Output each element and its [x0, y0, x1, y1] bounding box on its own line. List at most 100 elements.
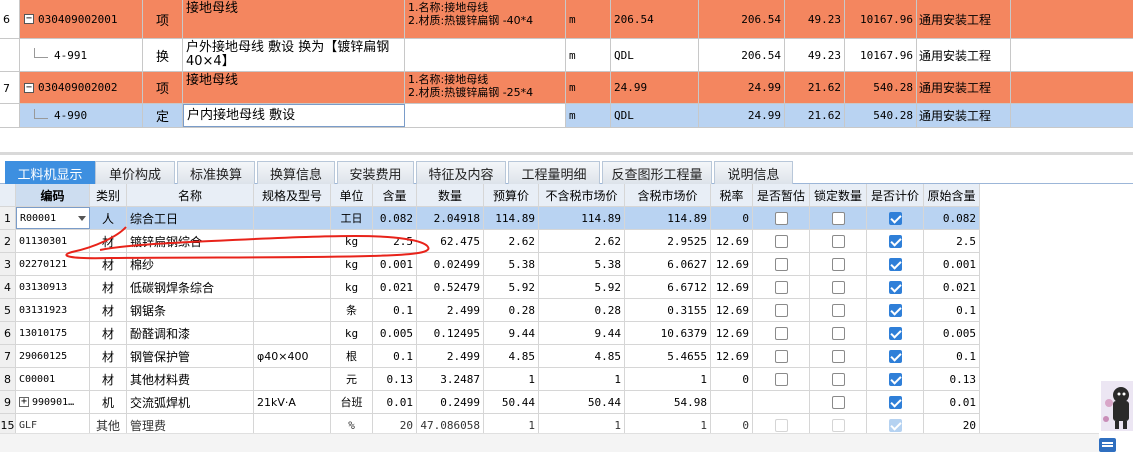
checkbox-priced[interactable]	[888, 257, 902, 271]
table-row[interactable]: 4 03130913 材低碳钢焊条综合 kg 0.021 0.52479 5.92 5.92 6…	[0, 276, 980, 299]
checkbox-priced[interactable]	[888, 349, 902, 363]
resource-content[interactable]: 0.1	[373, 299, 417, 321]
resource-spec[interactable]: φ40×400	[254, 345, 331, 367]
resource-budget[interactable]: 5.38	[484, 253, 539, 275]
resource-qty[interactable]: 0.2499	[417, 391, 484, 413]
resource-mkt-in[interactable]: 6.0627	[625, 253, 711, 275]
resource-mkt-ex[interactable]: 5.92	[539, 276, 625, 298]
total-price[interactable]: 10167.96	[845, 0, 917, 38]
collapse-icon[interactable]: −	[24, 14, 34, 24]
checkbox-lock[interactable]	[831, 211, 845, 225]
resource-spec[interactable]	[254, 368, 331, 390]
table-row[interactable]: 6 13010175 材酚醛调和漆 kg 0.005 0.12495 9.44 9.44 10.…	[0, 322, 980, 345]
tab-5[interactable]: 特征及内容	[416, 161, 506, 184]
resource-code[interactable]: 29060125	[16, 345, 90, 367]
resource-mkt-in[interactable]: 114.89	[625, 207, 711, 229]
checkbox-est[interactable]	[774, 280, 788, 294]
checkbox-cell[interactable]	[753, 230, 810, 252]
resource-budget[interactable]: 50.44	[484, 391, 539, 413]
resource-category[interactable]: 材	[90, 345, 127, 367]
checkbox-est[interactable]	[774, 372, 788, 386]
resource-category[interactable]: 材	[90, 322, 127, 344]
checkbox-cell[interactable]	[810, 368, 867, 390]
resource-tax[interactable]: 12.69	[711, 253, 753, 275]
resource-mkt-in[interactable]: 0.3155	[625, 299, 711, 321]
resource-code[interactable]: 03130913	[16, 276, 90, 298]
resource-qty[interactable]: 0.02499	[417, 253, 484, 275]
checkbox-est[interactable]	[774, 234, 788, 248]
item-code[interactable]: 4-990	[20, 104, 143, 127]
resource-tax[interactable]: 0	[711, 207, 753, 229]
resource-tax[interactable]: 0	[711, 368, 753, 390]
quantity[interactable]: 24.99	[699, 104, 785, 127]
column-header[interactable]: 税率	[711, 184, 753, 206]
checkbox-cell[interactable]	[753, 391, 810, 413]
item-features[interactable]: 1.名称:接地母线 2.材质:热镀锌扁钢 -25*4	[405, 72, 566, 103]
checkbox-lock[interactable]	[831, 395, 845, 409]
item-name[interactable]: 接地母线	[183, 72, 405, 103]
checkbox-est[interactable]	[774, 303, 788, 317]
checkbox-lock[interactable]	[831, 234, 845, 248]
tab-4[interactable]: 安装费用	[337, 161, 414, 184]
resource-unit[interactable]: 工日	[331, 207, 373, 229]
item-name[interactable]: 户内接地母线 敷设	[183, 104, 405, 127]
resource-content[interactable]: 0.082	[373, 207, 417, 229]
resource-content[interactable]: 0.13	[373, 368, 417, 390]
resource-qty[interactable]: 62.475	[417, 230, 484, 252]
pane-splitter[interactable]	[0, 152, 1133, 155]
checkbox-est[interactable]	[774, 326, 788, 340]
resource-name[interactable]: 综合工日	[127, 207, 254, 229]
unit-price[interactable]: 21.62	[785, 72, 845, 103]
checkbox-cell[interactable]	[810, 276, 867, 298]
resource-unit[interactable]: 元	[331, 368, 373, 390]
resource-qty[interactable]: 0.52479	[417, 276, 484, 298]
resource-mkt-in[interactable]: 10.6379	[625, 322, 711, 344]
resource-name[interactable]: 低碳钢焊条综合	[127, 276, 254, 298]
specialty[interactable]: 通用安装工程	[917, 72, 1011, 103]
column-header[interactable]: 单位	[331, 184, 373, 206]
checkbox-cell[interactable]	[753, 345, 810, 367]
checkbox-est[interactable]	[774, 349, 788, 363]
checkbox-priced[interactable]	[888, 303, 902, 317]
checkbox-cell[interactable]	[753, 299, 810, 321]
expand-icon[interactable]: +	[19, 397, 29, 407]
resource-name[interactable]: 其他材料费	[127, 368, 254, 390]
resource-spec[interactable]: 21kV·A	[254, 391, 331, 413]
resource-unit[interactable]: kg	[331, 253, 373, 275]
item-features[interactable]: 1.名称:接地母线 2.材质:热镀锌扁钢 -40*4	[405, 0, 566, 38]
column-header[interactable]: 数量	[417, 184, 484, 206]
resource-name[interactable]: 镀锌扁钢综合	[127, 230, 254, 252]
column-header[interactable]: 是否计价	[867, 184, 924, 206]
unit-price[interactable]: 49.23	[785, 39, 845, 71]
checkbox-lock[interactable]	[831, 326, 845, 340]
resource-unit[interactable]: kg	[331, 276, 373, 298]
resource-tax[interactable]	[711, 391, 753, 413]
resource-code[interactable]: 03131923	[16, 299, 90, 321]
column-header[interactable]: 名称	[127, 184, 254, 206]
checkbox-cell[interactable]	[867, 322, 924, 344]
resource-category[interactable]: 材	[90, 253, 127, 275]
resource-category[interactable]: 机	[90, 391, 127, 413]
resource-budget[interactable]: 2.62	[484, 230, 539, 252]
checkbox-cell[interactable]	[810, 391, 867, 413]
checkbox-priced[interactable]	[888, 372, 902, 386]
resource-code[interactable]: C00001	[16, 368, 90, 390]
total-price[interactable]: 540.28	[845, 72, 917, 103]
tab-3[interactable]: 换算信息	[257, 161, 335, 184]
list-item-row[interactable]: 7−030409002002 项接地母线 1.名称:接地母线 2.材质:热镀锌扁钢 -…	[0, 72, 1133, 104]
unit[interactable]: m	[566, 39, 611, 71]
item-name[interactable]: 接地母线	[183, 0, 405, 38]
tab-0[interactable]: 工料机显示	[5, 161, 95, 184]
resource-spec[interactable]	[254, 253, 331, 275]
tab-2[interactable]: 标准换算	[177, 161, 255, 184]
unit-price[interactable]: 49.23	[785, 0, 845, 38]
list-item-row[interactable]: 4-990 定户内接地母线 敷设 m QDL 24.99 21.62 540.28 通用安装工…	[0, 104, 1133, 128]
column-header[interactable]: 含量	[373, 184, 417, 206]
resource-spec[interactable]	[254, 299, 331, 321]
unit[interactable]: m	[566, 72, 611, 103]
column-header[interactable]: 是否暂估	[753, 184, 810, 206]
tab-8[interactable]: 说明信息	[714, 161, 793, 184]
checkbox-lock[interactable]	[831, 372, 845, 386]
checkbox-cell[interactable]	[867, 253, 924, 275]
checkbox-cell[interactable]	[753, 253, 810, 275]
